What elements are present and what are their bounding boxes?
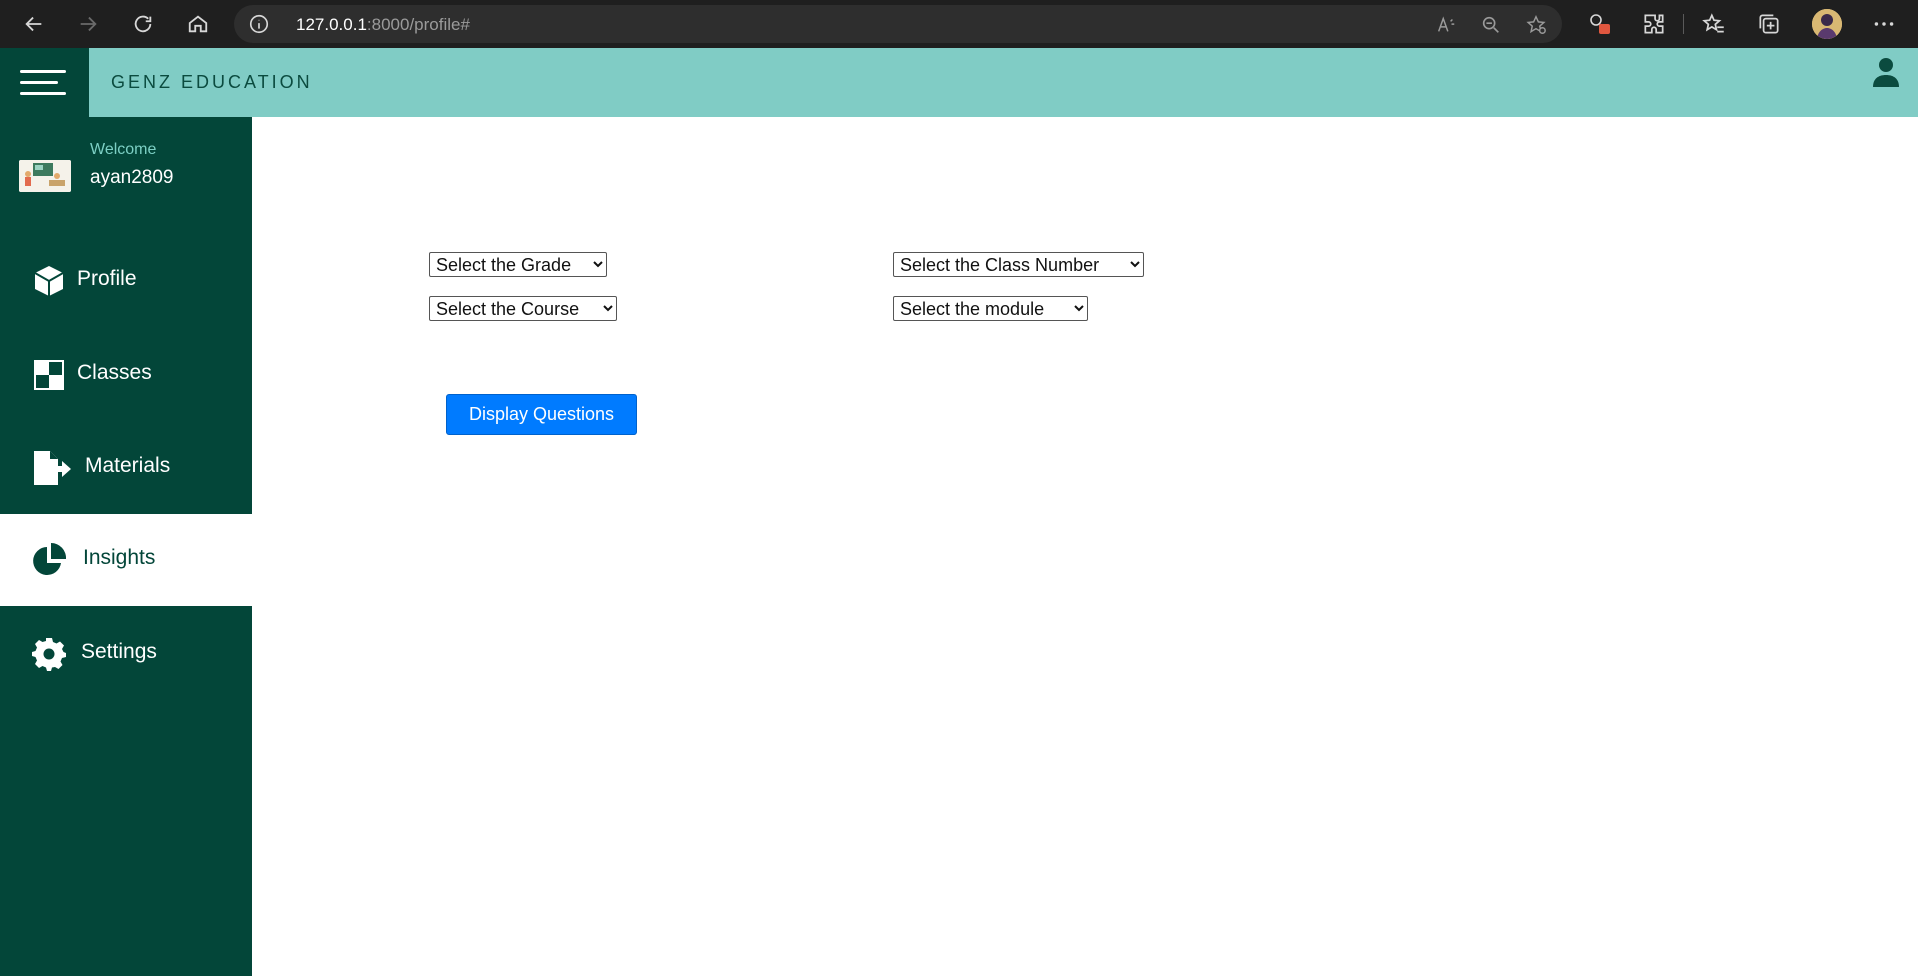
browser-profile-avatar[interactable] [1812,9,1842,39]
sidebar-item-label: Insights [83,546,156,569]
sidebar: Welcome ayan2809 Profile Classes Materia… [0,117,252,976]
grid-icon [34,360,64,390]
extension-badge-icon[interactable] [1587,11,1613,37]
read-aloud-icon[interactable] [1435,14,1457,36]
user-icon[interactable] [1873,57,1899,87]
forward-button[interactable] [73,9,103,39]
pie-chart-icon [33,543,66,575]
course-select[interactable]: Select the Course [429,296,617,321]
url-host: 127.0.0.1 [296,15,367,34]
hamburger-line [20,70,66,73]
welcome-image [19,160,71,192]
cube-icon [34,266,64,296]
add-favorite-icon[interactable] [1525,14,1547,36]
favorites-icon[interactable] [1701,11,1727,37]
url-path: :8000/profile# [366,15,470,34]
brand-title: GENZ EDUCATION [111,72,313,92]
back-button[interactable] [19,9,49,39]
module-select[interactable]: Select the module [893,296,1088,321]
collections-icon[interactable] [1756,11,1782,37]
hamburger-line [20,92,66,95]
extensions-icon[interactable] [1641,11,1667,37]
sidebar-item-label: Profile [77,267,137,290]
welcome-username: ayan2809 [90,167,174,188]
zoom-out-icon[interactable] [1480,14,1502,36]
hamburger-line [20,81,58,84]
refresh-icon [134,15,152,33]
sidebar-item-profile[interactable]: Profile [0,235,252,327]
refresh-button[interactable] [128,9,158,39]
main-content: Select the Grade Select the Class Number… [252,117,1918,976]
more-icon[interactable] [1871,11,1897,37]
home-button[interactable] [183,9,213,39]
classroom-illustration-icon [19,160,71,192]
gear-icon [32,638,66,671]
home-icon [188,15,208,33]
arrow-right-icon [80,16,97,32]
grade-select[interactable]: Select the Grade [429,252,607,277]
display-questions-button[interactable]: Display Questions [446,394,637,435]
welcome-label: Welcome [90,141,157,158]
sidebar-item-insights[interactable]: Insights [0,514,252,606]
sidebar-item-classes[interactable]: Classes [0,329,252,421]
browser-toolbar: 127.0.0.1:8000/profile# [0,0,1918,48]
sidebar-item-label: Settings [81,640,157,663]
file-export-icon [34,451,71,485]
arrow-left-icon [25,16,42,32]
url-text: 127.0.0.1:8000/profile# [296,15,470,35]
info-icon[interactable] [248,13,270,35]
class-number-select[interactable]: Select the Class Number [893,252,1144,277]
sidebar-item-settings[interactable]: Settings [0,608,252,700]
sidebar-item-materials[interactable]: Materials [0,422,252,514]
sidebar-item-label: Classes [77,361,152,384]
address-bar[interactable]: 127.0.0.1:8000/profile# [234,5,1562,43]
sidebar-item-label: Materials [85,454,171,477]
profile-avatar-icon [1812,9,1842,39]
menu-toggle-button[interactable] [0,48,89,117]
toolbar-divider [1683,14,1684,34]
app-header: GENZ EDUCATION [0,48,1918,117]
